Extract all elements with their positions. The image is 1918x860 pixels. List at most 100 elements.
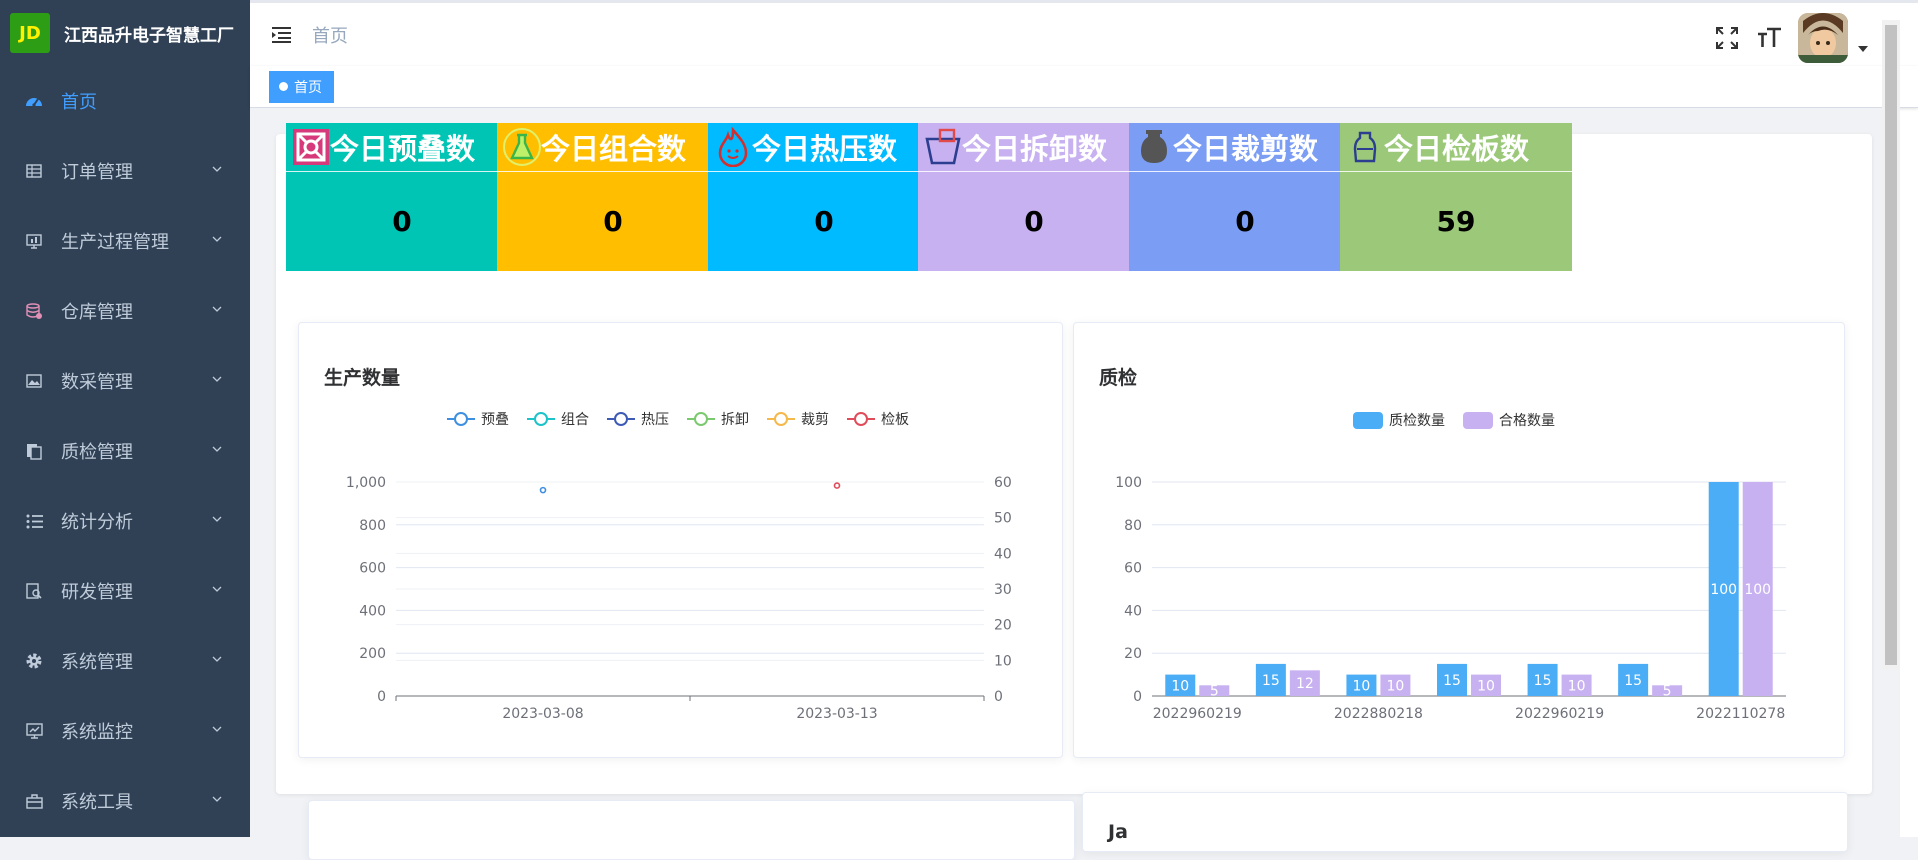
stat-card-title: 今日拆卸数 — [962, 132, 1108, 166]
tag-home[interactable]: 首页 — [269, 70, 334, 103]
sidebar-item-label: 首页 — [61, 92, 97, 113]
sidebar-item-1[interactable]: 订单管理 — [0, 136, 250, 206]
toolbox-icon — [25, 792, 43, 810]
sidebar-item-3[interactable]: 仓库管理 — [0, 276, 250, 346]
chevron-down-icon — [212, 726, 222, 732]
active-dot-icon — [279, 82, 288, 91]
stat-card-header: 今日组合数 — [497, 123, 729, 172]
stat-card-value: 0 — [1235, 205, 1255, 238]
legend-marker — [774, 412, 788, 426]
chevron-down-icon — [212, 516, 222, 522]
table-icon — [25, 162, 43, 180]
bottom-right-card-title: Ja — [1108, 821, 1128, 843]
legend-marker — [854, 412, 868, 426]
sidebar-item-label: 仓库管理 — [61, 302, 133, 323]
y-right-tick-label: 50 — [994, 511, 1012, 527]
y-tick-label: 100 — [1115, 475, 1142, 491]
chevron-down-icon — [212, 306, 222, 312]
stat-card-header: 今日预叠数 — [286, 123, 518, 172]
stat-card-title: 今日预叠数 — [330, 132, 476, 166]
bar-label: 5 — [1210, 684, 1219, 700]
bottom-left-card — [308, 800, 1075, 860]
chevron-down-icon — [212, 656, 222, 662]
user-avatar[interactable] — [1798, 13, 1848, 63]
caret-down-icon[interactable] — [1858, 46, 1868, 52]
legend-marker — [694, 412, 708, 426]
y-right-tick-label: 10 — [994, 653, 1012, 669]
sidebar-item-label: 系统监控 — [61, 722, 133, 743]
flame-icon — [712, 126, 754, 168]
monitor-chart-icon — [25, 722, 43, 740]
legend-marker — [614, 412, 628, 426]
stat-card-header: 今日裁剪数 — [1129, 123, 1361, 172]
y-right-tick-label: 40 — [994, 546, 1012, 562]
stats-panel: 今日预叠数 0 今日组合数 0 今日热压数 0 今日拆卸数 0 今日裁剪数 0 今日检板数 59 生产… — [276, 123, 1872, 794]
sidebar-item-2[interactable]: 生产过程管理 — [0, 206, 250, 276]
legend-swatch — [1353, 412, 1383, 429]
legend-marker — [454, 412, 468, 426]
stat-card-header: 今日检板数 — [1340, 123, 1572, 172]
sidebar-item-label: 数采管理 — [61, 372, 133, 393]
data-point-检板 — [833, 482, 841, 489]
logo-area[interactable]: JD 江西品升电子智慧工厂 — [0, 0, 250, 66]
sidebar-item-label: 生产过程管理 — [61, 232, 169, 253]
bar-label: 15 — [1262, 673, 1280, 689]
y-tick-label: 40 — [1124, 603, 1142, 619]
bottom-right-card: Ja — [1082, 792, 1848, 852]
stat-card-title: 今日热压数 — [752, 132, 898, 166]
stat-card-value: 0 — [392, 205, 412, 238]
font-size-icon[interactable] — [1756, 25, 1782, 51]
sidebar-item-10[interactable]: 系统工具 — [0, 766, 250, 836]
sidebar-item-6[interactable]: 统计分析 — [0, 486, 250, 556]
sidebar-item-label: 系统工具 — [61, 792, 133, 813]
stat-card-value: 59 — [1436, 205, 1476, 238]
bar-label: 10 — [1387, 678, 1405, 694]
stat-card-title: 今日裁剪数 — [1173, 132, 1319, 166]
dashboard-content: 今日预叠数 0 今日组合数 0 今日热压数 0 今日拆卸数 0 今日裁剪数 0 今日检板数 59 生产… — [250, 20, 1900, 860]
company-logo: JD — [10, 13, 50, 53]
legend-label: 合格数量 — [1499, 413, 1555, 429]
stat-card-title: 今日检板数 — [1384, 132, 1530, 166]
chevron-down-icon — [212, 376, 222, 382]
quality-bar-chart: 质检数量 合格数量 0 20 40 60 80 100 10 15 10 15 15 15 100 5 12 10… — [1115, 412, 1786, 722]
sidebar-item-7[interactable]: 研发管理 — [0, 556, 250, 626]
y-left-tick-label: 600 — [359, 561, 386, 577]
navbar: 首页 — [250, 0, 1918, 66]
chevron-down-icon — [212, 446, 222, 452]
sidebar-menu: 首页订单管理生产过程管理 仓库管理数采管理质检管理统计分析研发管理 系统管理系统监控… — [0, 66, 250, 836]
scrollbar-thumb[interactable] — [1885, 25, 1897, 665]
legend-marker — [534, 412, 548, 426]
sidebar-item-5[interactable]: 质检管理 — [0, 416, 250, 486]
chevron-down-icon — [212, 586, 222, 592]
flask-icon — [501, 126, 543, 168]
y-right-tick-label: 30 — [994, 582, 1012, 598]
hamburger-icon[interactable] — [272, 26, 292, 44]
chevron-down-icon — [212, 236, 222, 242]
sidebar-item-0[interactable]: 首页 — [0, 66, 250, 136]
sidebar-item-8[interactable]: 系统管理 — [0, 626, 250, 696]
y-left-tick-label: 0 — [377, 689, 386, 705]
stat-card-header: 今日拆卸数 — [918, 123, 1150, 172]
stat-card-2: 今日热压数 0 — [708, 123, 940, 271]
page-scrollbar[interactable] — [1882, 20, 1900, 670]
stat-card-1: 今日组合数 0 — [497, 123, 729, 271]
y-tick-label: 60 — [1124, 561, 1142, 577]
tags-view: 首页 — [250, 66, 1918, 108]
basket-icon — [922, 126, 964, 168]
y-left-tick-label: 800 — [359, 518, 386, 534]
gear-icon — [25, 652, 43, 670]
legend-label: 组合 — [561, 412, 589, 428]
app-title: 江西品升电子智慧工厂 — [64, 25, 234, 46]
stat-card-value: 0 — [1024, 205, 1044, 238]
bar-label: 10 — [1568, 678, 1586, 694]
legend-label: 热压 — [641, 412, 669, 428]
sidebar-item-label: 统计分析 — [61, 512, 133, 533]
fullscreen-icon[interactable] — [1714, 25, 1740, 51]
y-right-tick-label: 0 — [994, 689, 1003, 705]
sidebar-item-9[interactable]: 系统监控 — [0, 696, 250, 766]
quality-card-title: 质检 — [1099, 367, 1138, 389]
sidebar-item-4[interactable]: 数采管理 — [0, 346, 250, 416]
y-left-tick-label: 400 — [359, 603, 386, 619]
breadcrumb[interactable]: 首页 — [312, 22, 348, 48]
chevron-down-icon — [212, 796, 222, 802]
